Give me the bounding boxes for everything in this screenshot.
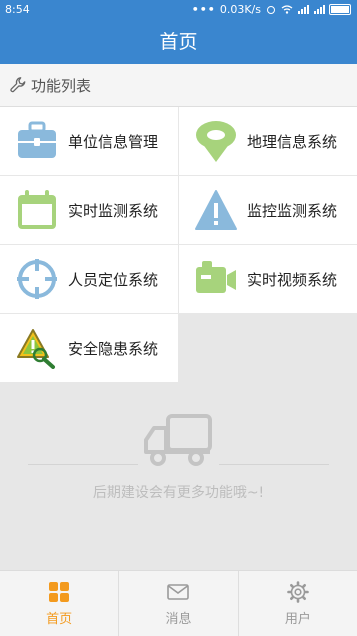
tab-user[interactable]: 用户	[237, 571, 357, 636]
section-header: 功能列表	[0, 64, 357, 107]
more-dots-icon: •••	[191, 3, 216, 16]
tile-label: 实时视频系统	[247, 270, 338, 289]
tab-label: 用户	[284, 611, 311, 627]
tile-realtime-monitor[interactable]: 实时监测系统	[0, 176, 178, 244]
tile-label: 地理信息系统	[247, 132, 338, 151]
tile-label: 实时监测系统	[68, 201, 159, 220]
wifi-icon	[281, 5, 293, 14]
grid-icon	[49, 581, 70, 602]
network-speed: 0.03K/s	[219, 3, 261, 16]
battery-icon	[329, 4, 351, 15]
tile-unit-info[interactable]: 单位信息管理	[0, 107, 178, 175]
tile-label: 人员定位系统	[68, 270, 159, 289]
hazard-search-icon	[17, 329, 55, 369]
gear-icon	[287, 580, 309, 603]
tab-messages[interactable]: 消息	[118, 571, 237, 636]
page-title: 首页	[0, 20, 357, 64]
tile-label: 单位信息管理	[68, 132, 159, 151]
tile-surveillance[interactable]: 监控监测系统	[179, 176, 357, 244]
divider-right	[219, 464, 329, 465]
bottom-tab-bar: 首页 消息 用户	[0, 570, 357, 636]
tab-home[interactable]: 首页	[0, 571, 118, 636]
warning-icon	[195, 190, 237, 230]
empty-message: 后期建设会有更多功能哦~!	[92, 485, 265, 501]
briefcase-icon	[18, 121, 56, 158]
truck-icon	[144, 414, 212, 466]
tile-realtime-video[interactable]: 实时视频系统	[179, 245, 357, 313]
tab-label: 消息	[165, 611, 192, 627]
tile-safety-hazard[interactable]: 安全隐患系统	[0, 314, 178, 382]
status-time: 8:54	[5, 3, 30, 16]
divider-left	[28, 464, 138, 465]
tile-personnel-location[interactable]: 人员定位系统	[0, 245, 178, 313]
status-right: ••• 0.03K/s	[192, 3, 351, 16]
tile-label: 监控监测系统	[247, 201, 338, 220]
signal-icon-1	[298, 5, 309, 14]
tab-label: 首页	[46, 611, 73, 627]
status-bar: 8:54 ••• 0.03K/s	[0, 0, 357, 20]
tile-label: 安全隐患系统	[68, 339, 159, 358]
section-title: 功能列表	[31, 76, 92, 95]
crosshair-icon	[17, 259, 57, 299]
wrench-icon	[10, 77, 26, 93]
video-camera-icon	[196, 261, 236, 293]
mail-icon	[167, 583, 190, 600]
calendar-icon	[18, 190, 56, 229]
alarm-icon	[267, 6, 275, 14]
empty-state: 后期建设会有更多功能哦~!	[0, 384, 357, 570]
signal-icon-2	[314, 5, 325, 14]
map-pin-icon	[196, 121, 236, 162]
tile-geo-info[interactable]: 地理信息系统	[179, 107, 357, 175]
